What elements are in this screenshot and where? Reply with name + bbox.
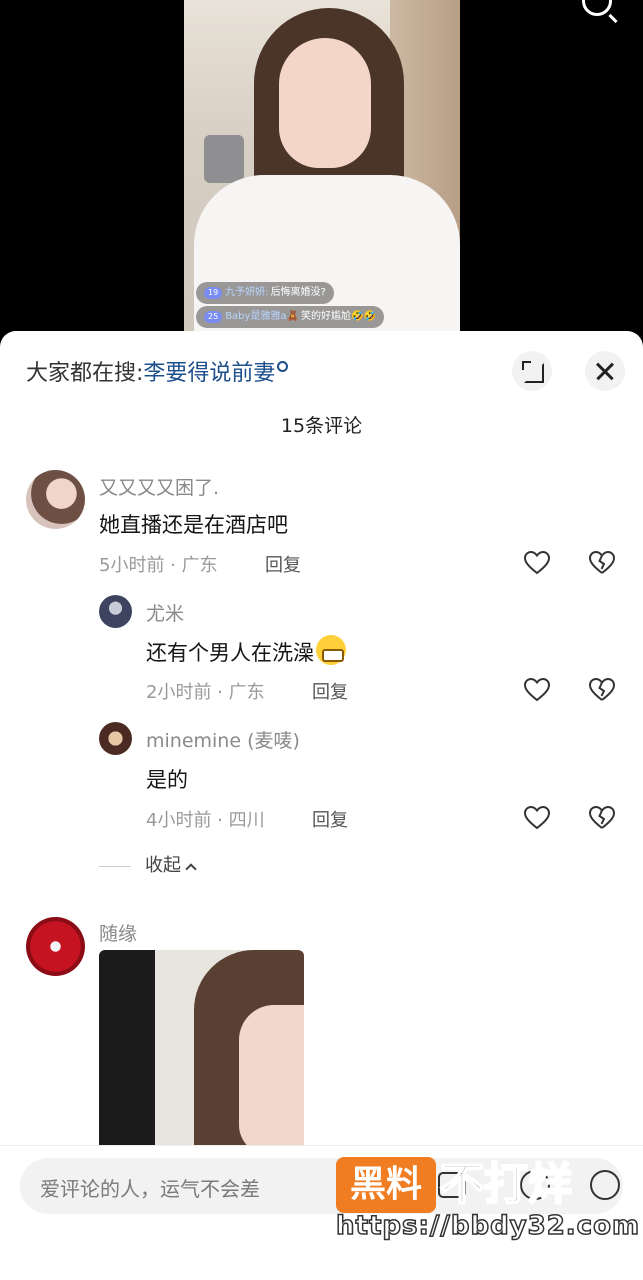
divider (99, 865, 131, 867)
live-video[interactable]: 19 九予妍妍: 后悔离婚没? 25 Baby是雅雅a🧸 笑的好尴尬🤣🤣 (0, 0, 643, 345)
comment-username[interactable]: 随缘 (99, 919, 137, 946)
danmu-level: 25 (204, 311, 223, 323)
watermark-badge: 黑料 (336, 1157, 436, 1213)
reply-button[interactable]: 回复 (312, 678, 348, 704)
avatar[interactable] (99, 595, 132, 628)
comment-text[interactable]: 还有个男人在洗澡 (146, 635, 346, 667)
dislike-icon[interactable] (589, 806, 615, 830)
comment-text[interactable]: 是的 (146, 764, 188, 794)
comment-image[interactable] (99, 950, 304, 1150)
hot-search-keyword[interactable]: 李要得说前妻 (143, 361, 275, 386)
comment-meta: 4小时前 · 四川 (146, 810, 265, 831)
collapse-label: 收起 (145, 855, 181, 876)
avatar[interactable] (26, 470, 85, 529)
image-face (239, 1005, 304, 1150)
comment-count: 15条评论 (280, 415, 363, 437)
danmu-text: 笑的好尴尬🤣🤣 (301, 311, 376, 322)
watermark-text: 不打烊 (439, 1158, 573, 1211)
comment-input-placeholder: 爱评论的人，运气不会差 (40, 1177, 260, 1201)
watermark-url: https://bbdy32.com (335, 1210, 641, 1242)
video-face (279, 38, 371, 168)
dislike-icon[interactable] (589, 551, 615, 575)
avatar[interactable] (26, 917, 85, 976)
search-icon[interactable] (582, 0, 612, 16)
danmu-item: 19 九予妍妍: 后悔离婚没? (196, 282, 334, 304)
reply-button[interactable]: 回复 (265, 551, 301, 577)
comment-username[interactable]: 又又又又困了. (99, 473, 219, 500)
comment-text[interactable]: 她直播还是在酒店吧 (99, 509, 288, 539)
heart-icon[interactable] (524, 806, 550, 830)
emoji-icon[interactable] (590, 1170, 620, 1200)
comment-meta: 2小时前 · 广东 (146, 682, 265, 703)
dislike-icon[interactable] (589, 678, 615, 702)
heart-icon[interactable] (524, 551, 550, 575)
search-icon (277, 361, 289, 372)
comment-username[interactable]: minemine (麦唛) (146, 726, 300, 753)
expand-icon[interactable] (512, 351, 552, 391)
grinning-sweat-emoji-icon (316, 635, 346, 665)
hot-search[interactable]: 大家都在搜:李要得说前妻 (26, 355, 289, 387)
hot-search-prefix: 大家都在搜: (26, 361, 144, 386)
comment-username[interactable]: 尤米 (146, 599, 184, 626)
danmu-item: 25 Baby是雅雅a🧸 笑的好尴尬🤣🤣 (196, 306, 384, 328)
danmu-level: 19 (204, 287, 223, 299)
collapse-replies-button[interactable]: 收起 (99, 851, 197, 877)
danmu-text: 后悔离婚没? (270, 287, 326, 298)
video-kettle (204, 135, 244, 183)
avatar[interactable] (99, 722, 132, 755)
comment-sheet: 大家都在搜:李要得说前妻 15条评论 又又又又困了. 她直播还是在酒店吧 5小时… (0, 331, 643, 1280)
reply-button[interactable]: 回复 (312, 806, 348, 832)
chevron-up-icon (185, 863, 197, 875)
comment-text-content: 还有个男人在洗澡 (146, 641, 314, 665)
danmu-name: Baby是雅雅a🧸 (225, 311, 300, 322)
comment-meta: 5小时前 · 广东 (99, 555, 218, 576)
close-icon[interactable] (585, 351, 625, 391)
danmu-name: 九予妍妍: (225, 287, 269, 298)
image-dark-area (99, 950, 155, 1150)
heart-icon[interactable] (524, 678, 550, 702)
